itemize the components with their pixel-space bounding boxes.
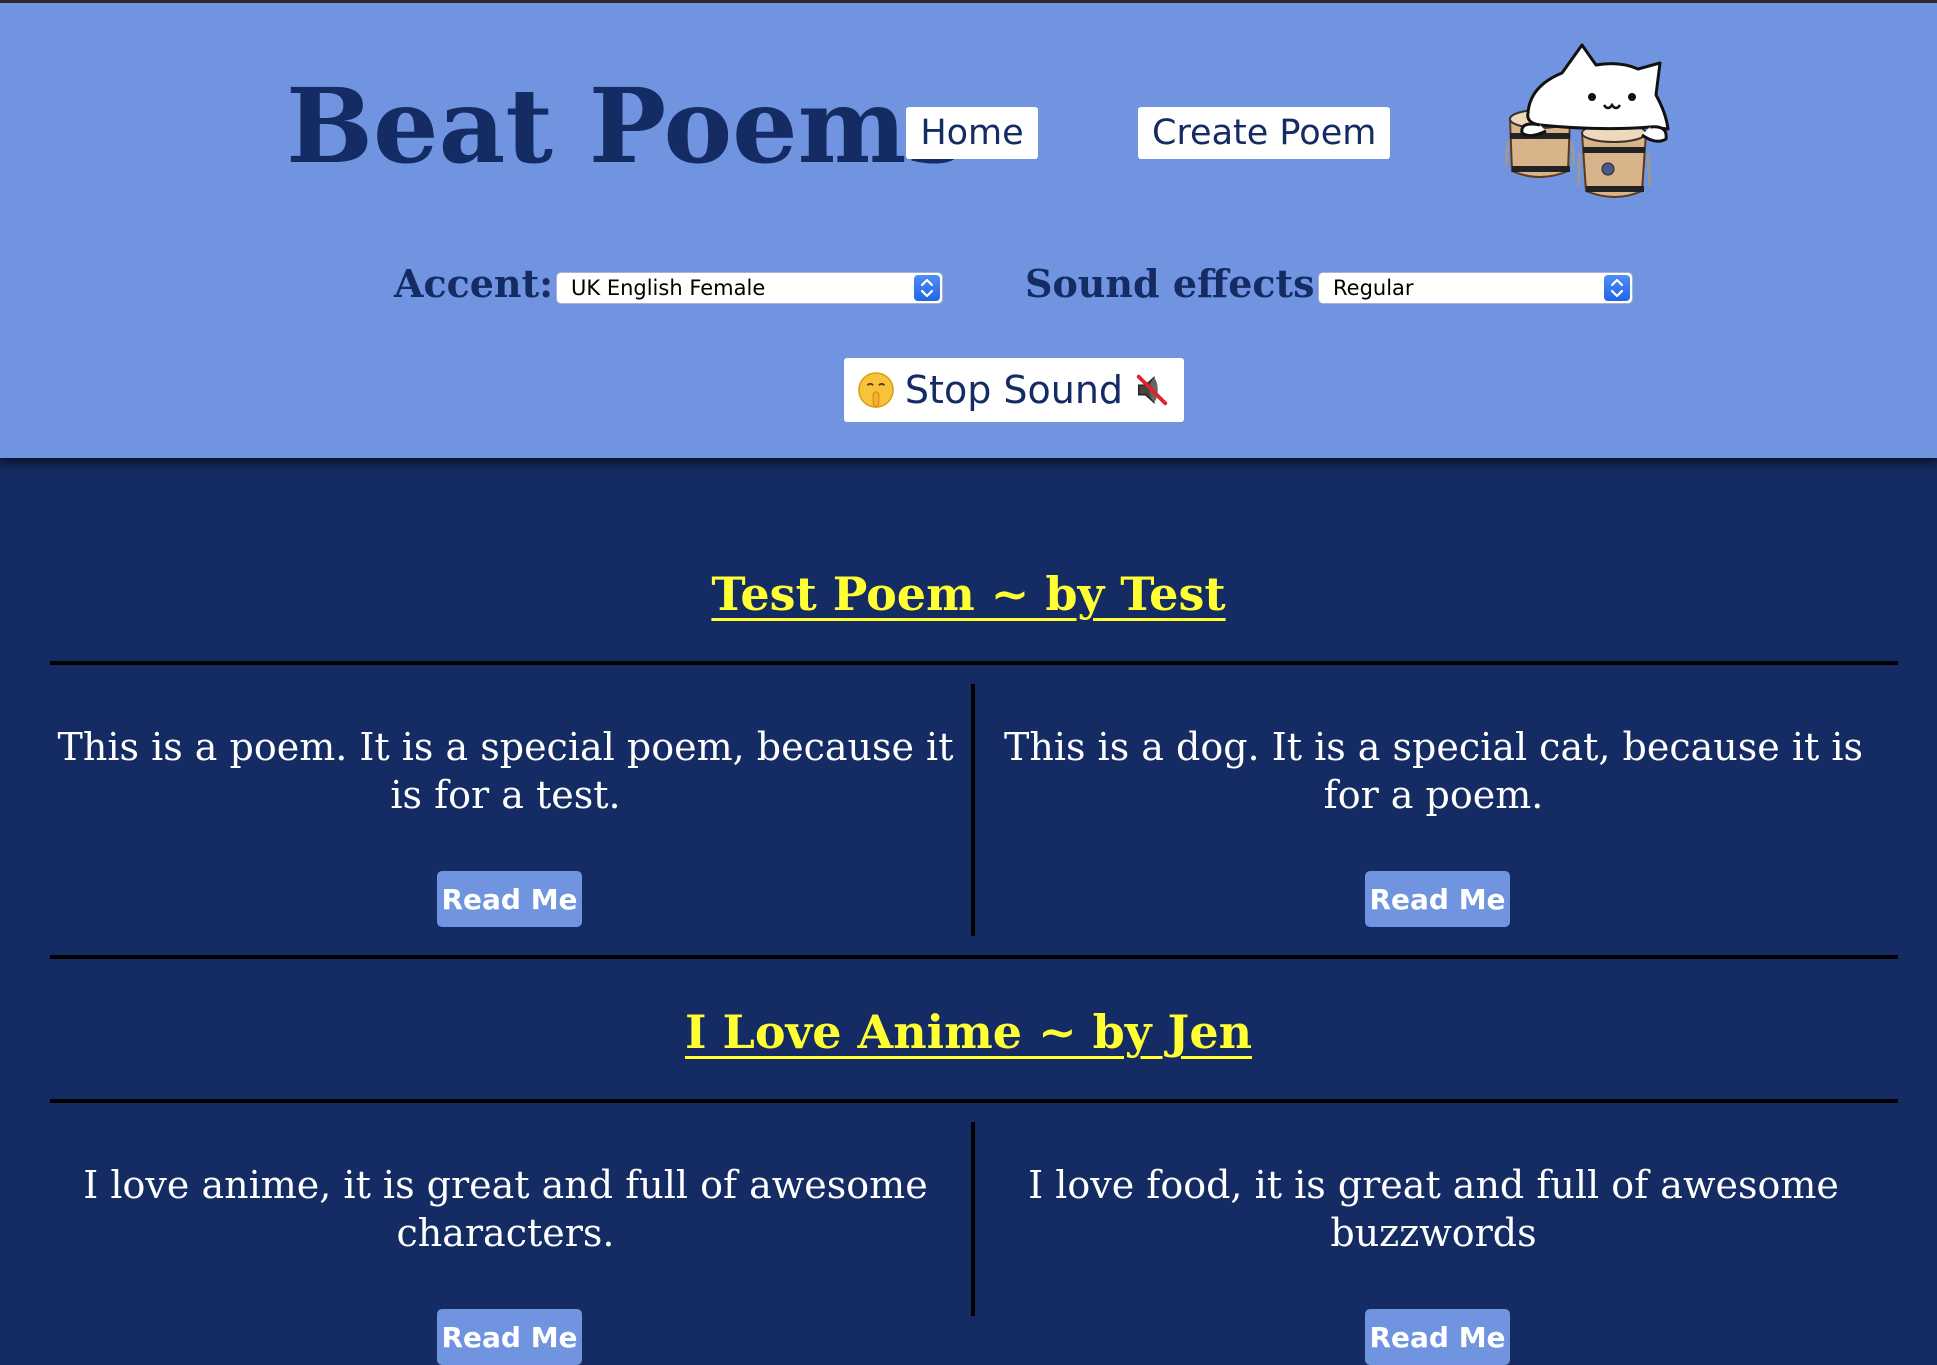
stop-sound-label: Stop Sound — [904, 368, 1124, 412]
poem-text-left: This is a poem. It is a special poem, be… — [57, 725, 954, 817]
select-arrows-icon — [1604, 275, 1630, 301]
select-arrows-icon — [914, 275, 940, 301]
poem-title-link[interactable]: Test Poem ~ by Test — [0, 564, 1937, 624]
column-divider — [971, 1122, 975, 1316]
read-me-button[interactable]: Read Me — [1365, 1309, 1510, 1365]
sound-effects-select[interactable]: Regular — [1318, 272, 1633, 304]
accent-select[interactable]: UK English Female — [556, 272, 943, 304]
read-me-button[interactable]: Read Me — [437, 871, 582, 927]
home-button[interactable]: Home — [906, 107, 1038, 159]
poem-text-right: This is a dog. It is a special cat, beca… — [1004, 725, 1863, 817]
sound-effects-select-value: Regular — [1333, 276, 1414, 300]
poem-text-right: I love food, it is great and full of awe… — [1028, 1163, 1839, 1255]
bongo-cat-icon — [1504, 43, 1670, 198]
muted-speaker-icon — [1136, 374, 1168, 406]
read-me-button[interactable]: Read Me — [437, 1309, 582, 1365]
accent-label: Accent: — [394, 261, 554, 306]
divider — [50, 1099, 1898, 1103]
divider — [50, 661, 1898, 665]
sound-effects-label: Sound effects: — [1025, 261, 1329, 306]
poem-list: Test Poem ~ by Test This is a poem. It i… — [0, 458, 1937, 1365]
read-me-button[interactable]: Read Me — [1365, 871, 1510, 927]
poem-title-link[interactable]: I Love Anime ~ by Jen — [0, 1002, 1937, 1062]
site-title: Beat Poems — [286, 66, 965, 187]
poem-text-left: I love anime, it is great and full of aw… — [83, 1163, 928, 1255]
column-divider — [971, 684, 975, 936]
shushing-face-icon — [858, 372, 894, 408]
accent-select-value: UK English Female — [571, 276, 766, 300]
stop-sound-button[interactable]: Stop Sound — [844, 358, 1184, 422]
divider — [50, 955, 1898, 959]
site-header: Beat Poems Home Create Poem Accent: UK E… — [0, 0, 1937, 458]
create-poem-button[interactable]: Create Poem — [1138, 107, 1390, 159]
